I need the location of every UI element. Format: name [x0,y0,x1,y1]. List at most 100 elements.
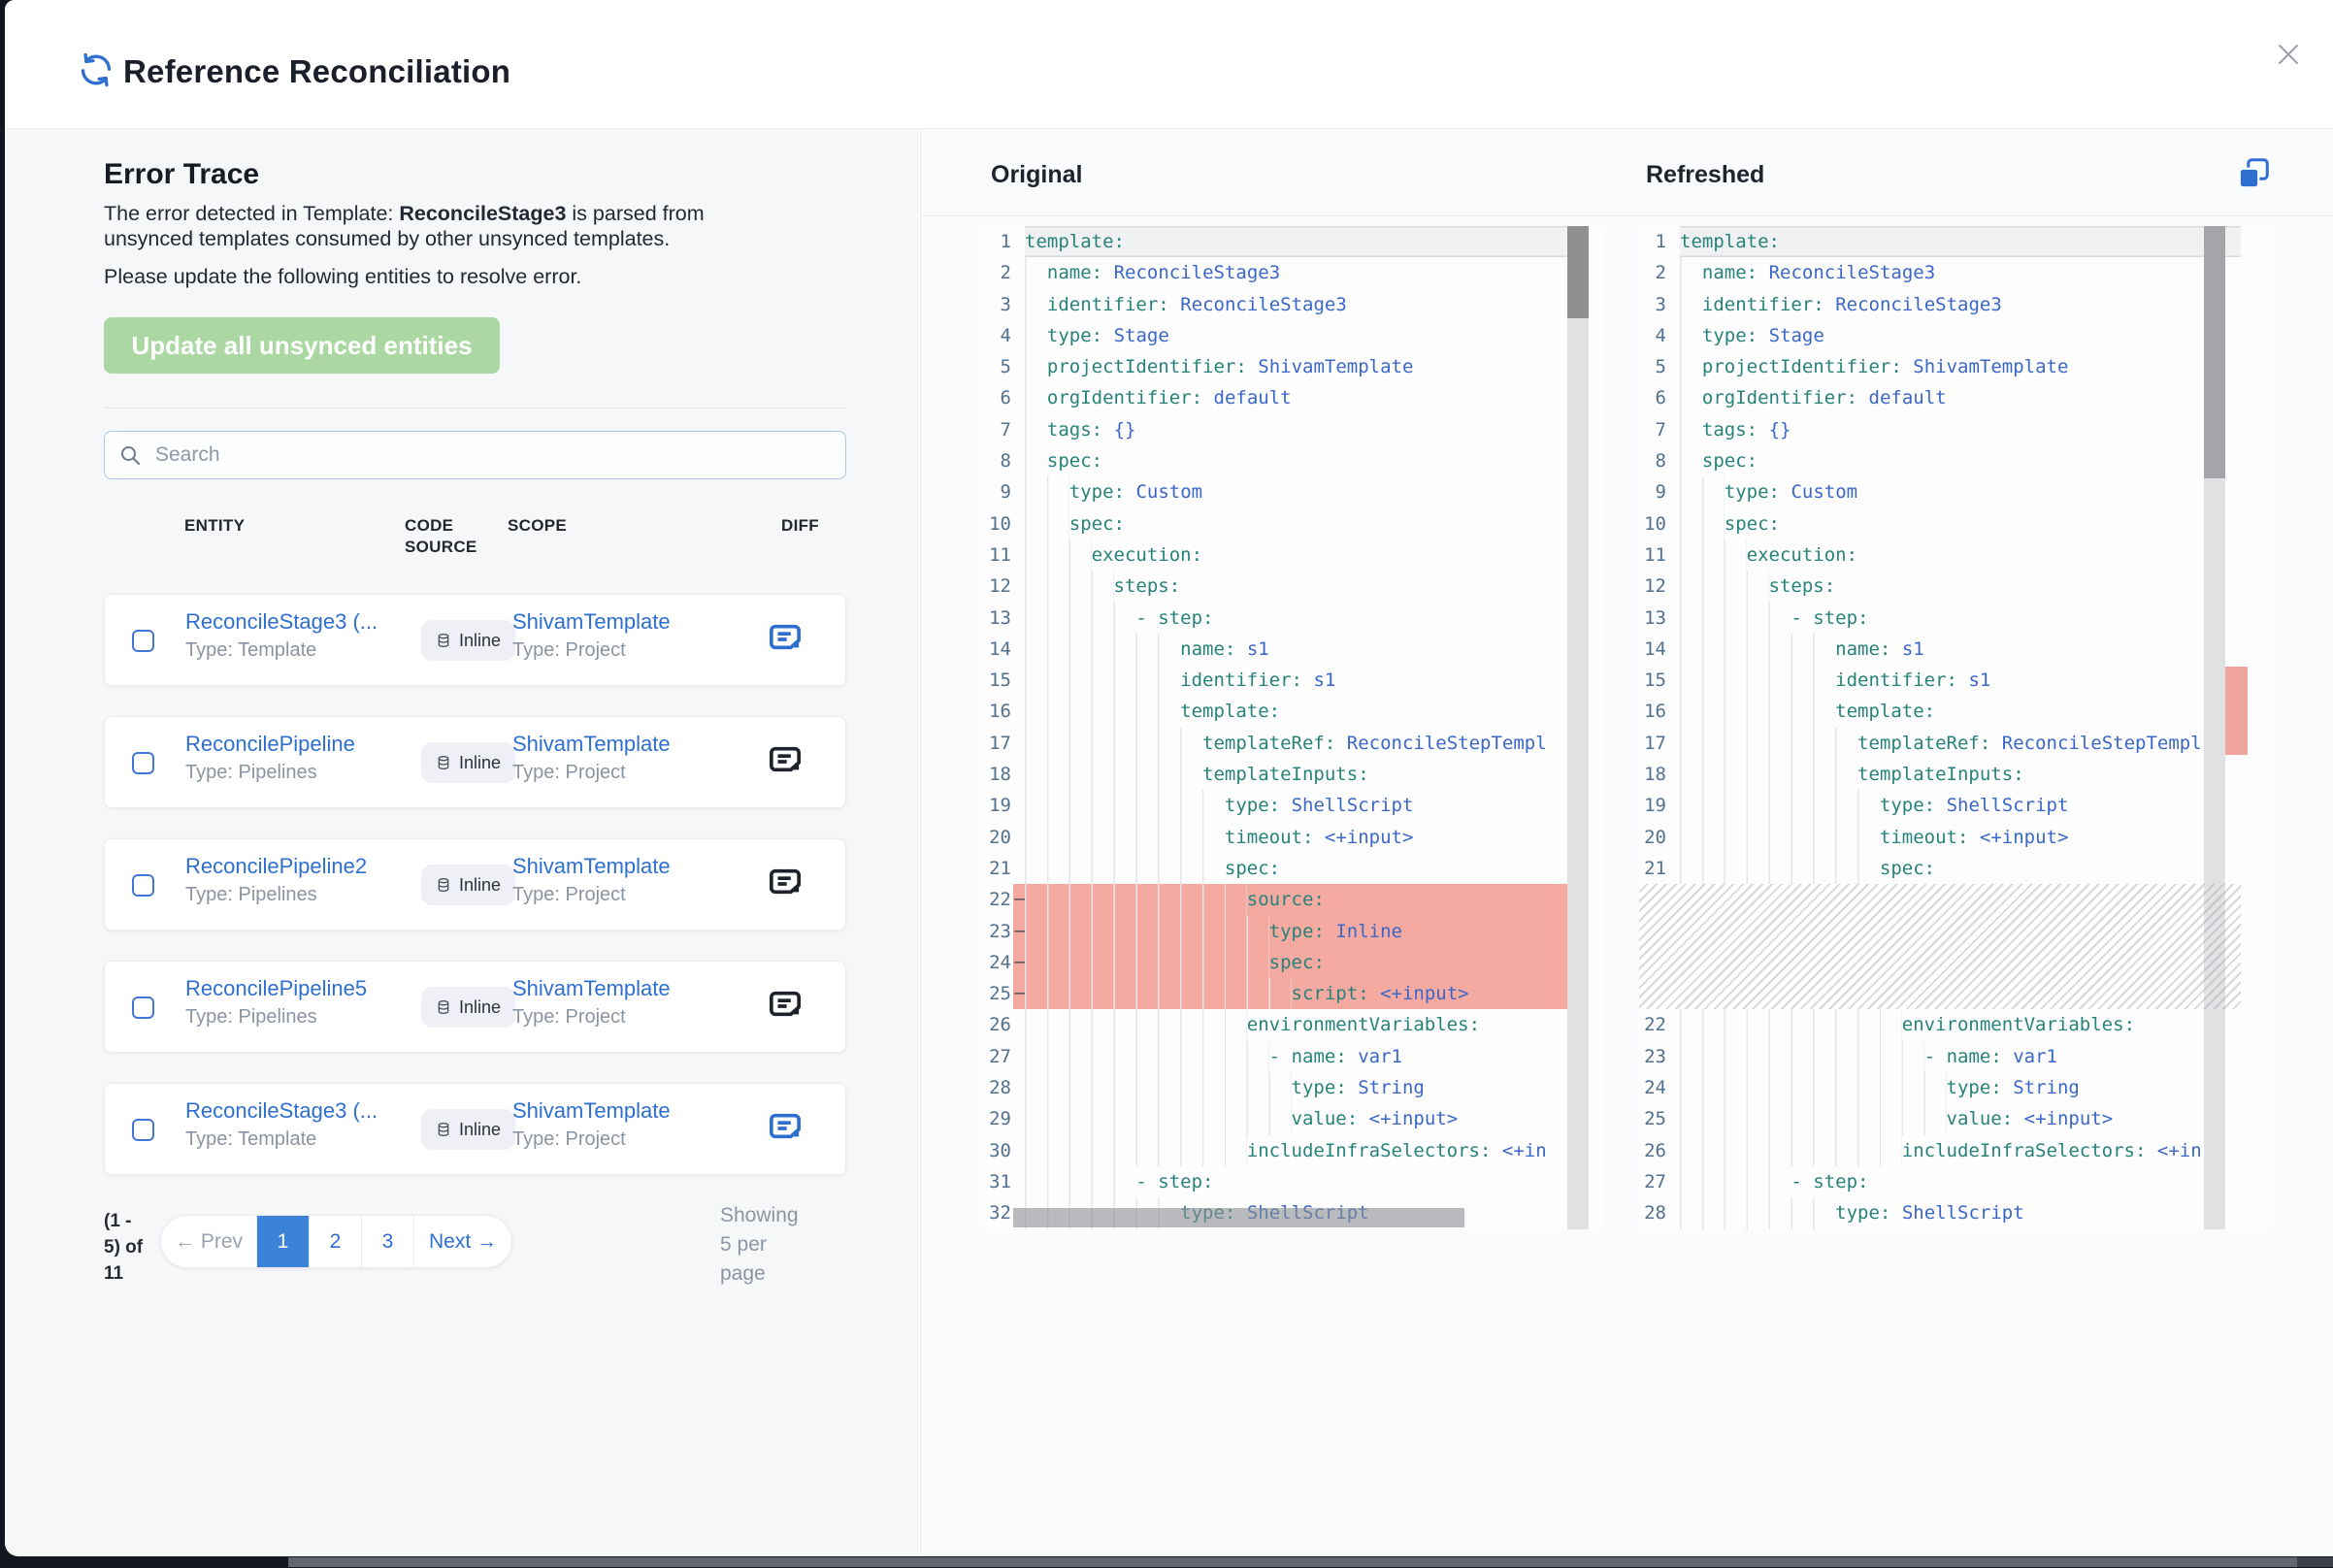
reconcile-refresh-icon [78,51,115,88]
scope-cell: ShivamTemplateType: Project [512,732,671,784]
code-line: 19 type: ShellScript [1639,790,2241,821]
view-diff-icon[interactable] [766,1109,805,1148]
code-line: 26 environmentVariables: [984,1009,1567,1040]
line-number: 27 [984,1041,1025,1072]
scope-cell: ShivamTemplateType: Project [512,976,671,1029]
view-diff-icon[interactable] [766,620,805,659]
line-number: 17 [984,728,1025,759]
line-number: 8 [984,445,1025,476]
line-number: 11 [984,539,1025,571]
page-button-3[interactable]: 3 [361,1216,413,1267]
code-source-label: Inline [459,875,501,896]
page-size-label: Showing 5 per page [720,1201,827,1289]
page-title: Reference Reconciliation [123,53,510,90]
line-number: 30 [984,1135,1025,1166]
scope-type: Type: Project [512,1128,671,1151]
update-all-unsynced-button[interactable]: Update all unsynced entities [104,317,500,374]
row-checkbox[interactable] [132,996,154,1019]
divider [921,215,2333,216]
scrollbar-thumb[interactable] [1567,226,1589,318]
line-number: 25 [984,978,1025,1009]
scope-link[interactable]: ShivamTemplate [512,1098,671,1123]
entity-link[interactable]: ReconcilePipeline5 [185,976,367,1000]
page-scrollbar-track [2297,1557,2333,1567]
code-source-badge: Inline [421,987,515,1028]
code-source-label: Inline [459,997,501,1018]
line-number: 21 [1639,853,1680,884]
inline-store-icon [436,877,451,893]
code-line: 5 projectIdentifier: ShivamTemplate [1639,351,2241,382]
page-button-2[interactable]: 2 [309,1216,361,1267]
view-diff-icon[interactable] [766,742,805,781]
deleted-lines-placeholder [1639,884,2241,1009]
row-checkbox[interactable] [132,752,154,774]
code-line: 28 type: String [984,1072,1567,1103]
refreshed-vertical-scrollbar [2204,226,2225,1229]
line-number: 13 [984,603,1025,634]
view-diff-icon[interactable] [766,865,805,903]
code-line: 18 templateInputs: [1639,759,2241,790]
line-number: 12 [984,571,1025,602]
template-name: ReconcileStage3 [399,202,566,225]
column-header-diff: DIFF [781,515,819,537]
line-number: 24 [1639,1072,1680,1103]
code-source-badge: Inline [421,742,515,783]
scope-link[interactable]: ShivamTemplate [512,732,671,756]
search-input[interactable] [104,431,846,479]
code-line: 16 template: [1639,696,2241,727]
scrollbar-thumb[interactable] [2204,226,2225,478]
scope-cell: ShivamTemplate Type: Project [512,854,671,906]
inline-store-icon [436,755,451,770]
scope-type: Type: Project [512,884,671,906]
line-number: 15 [984,665,1025,696]
diff-overview-ruler-marker [2225,667,2248,755]
line-number: 23 [1639,1041,1680,1072]
line-number: 2 [984,257,1025,288]
code-line: 1template: [1639,226,2241,257]
code-line: 27 - step: [1639,1166,2241,1197]
page-button-1[interactable]: 1 [256,1216,309,1267]
entity-link[interactable]: ReconcilePipeline2 [185,854,367,878]
entity-link[interactable]: ReconcileStage3 (... [185,1098,378,1123]
code-line: 18 templateInputs: [984,759,1567,790]
inline-store-icon [436,999,451,1015]
view-diff-icon[interactable] [766,987,805,1026]
scope-link[interactable]: ShivamTemplate [512,609,671,634]
column-header-scope: SCOPE [508,515,567,537]
page-horizontal-scrollbar[interactable] [288,1557,2297,1567]
code-line: 29 value: <+input> [984,1103,1567,1134]
code-line: 9 type: Custom [984,476,1567,507]
line-number: 19 [1639,790,1680,821]
code-line: 6 orgIdentifier: default [984,382,1567,413]
scope-link[interactable]: ShivamTemplate [512,976,671,1000]
close-icon[interactable] [2271,37,2306,72]
line-number: 15 [1639,665,1680,696]
row-checkbox[interactable] [132,630,154,652]
original-horizontal-scrollbar[interactable] [1013,1208,1464,1227]
line-number: 14 [1639,634,1680,665]
entity-cell: ReconcilePipelineType: Pipelines [185,732,370,784]
next-page-button[interactable]: Next → [413,1216,511,1267]
code-line: 15 identifier: s1 [1639,665,2241,696]
prev-page-button[interactable]: ← Prev [161,1216,256,1267]
entity-cell: ReconcilePipeline2Type: Pipelines [185,854,370,906]
refreshed-panel-title: Refreshed [1646,161,1764,189]
entity-cell: ReconcilePipeline5 Type: Pipelines [185,976,370,1029]
line-number: 26 [1639,1135,1680,1166]
copy-icon[interactable] [2236,156,2271,191]
entity-link[interactable]: ReconcileStage3 (... [185,609,378,634]
code-line: 4 type: Stage [1639,320,2241,351]
scope-type: Type: Project [512,639,671,662]
scope-link[interactable]: ShivamTemplate [512,854,671,878]
original-code: 1template:2 name: ReconcileStage33 ident… [984,226,1567,1229]
line-number: 21 [984,853,1025,884]
line-number: 27 [1639,1166,1680,1197]
column-header-code-source: CODE SOURCE [405,515,497,558]
row-checkbox[interactable] [132,1119,154,1141]
row-checkbox[interactable] [132,874,154,897]
error-trace-panel: Error Trace The error detected in Templa… [5,129,919,1556]
entity-type: Type: Pipelines [185,1006,370,1029]
entity-link[interactable]: ReconcilePipeline [185,732,355,756]
line-number: 1 [1639,226,1680,257]
line-number: 5 [984,351,1025,382]
